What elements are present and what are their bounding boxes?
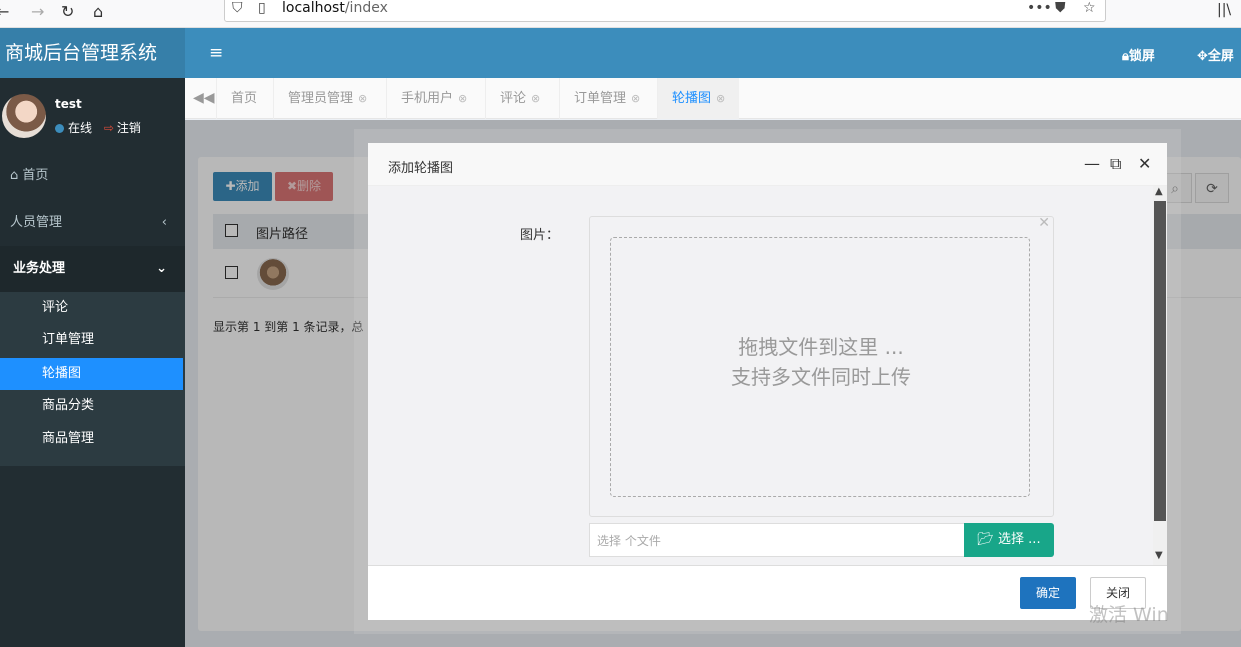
logout-link[interactable]: 注销 [117,121,141,135]
close-tab-icon[interactable]: ⊗ [531,92,540,105]
tab-label: 手机用户 [401,91,454,106]
page-icon: ▯ [258,0,266,16]
drop-hint-line1: 拖拽文件到这里 ... [738,335,904,359]
url-host: localhost [282,0,345,16]
activation-watermark: 激活 Win [1089,604,1169,626]
lock-screen-button[interactable]: 🔒︎锁屏 [1122,45,1155,64]
dialog-footer: 确定 关闭 [368,565,1167,620]
close-tab-icon[interactable]: ⊗ [458,92,467,105]
sidebar-item-carousel[interactable]: 轮播图 [0,358,183,390]
maximize-icon[interactable]: ⧉ [1110,154,1121,174]
browse-button[interactable]: 📂︎ 选择 ... [964,523,1054,557]
sidebar-item-label: 人员管理 [10,215,63,230]
tab-label: 评论 [500,91,527,106]
user-name: test [55,97,82,111]
dialog-body: 图片： ✕ 拖拽文件到这里 ... 支持多文件同时上传 选择 个文件 📂︎ 选择… [368,186,1153,565]
fullscreen-button[interactable]: ✥全屏 [1197,45,1234,64]
file-preview-area: ✕ 拖拽文件到这里 ... 支持多文件同时上传 [589,215,1054,517]
home-menu-icon: ⌂ [10,168,23,183]
tabs-prev-icon[interactable]: ◀◀ [193,90,215,106]
tab-mobile-users[interactable]: 手机用户 ⊗ [386,78,481,119]
star-icon[interactable]: ☆ [1083,0,1096,16]
tab-carousel[interactable]: 轮播图 ⊗ [657,78,740,119]
drop-zone[interactable]: 拖拽文件到这里 ... 支持多文件同时上传 [610,237,1030,497]
sidebar-item-home[interactable]: ⌂ 首页 [0,153,185,199]
avatar [2,94,46,138]
reload-icon[interactable]: ↻ [61,2,74,21]
sidebar-toggle-icon[interactable]: ≡ [209,43,223,63]
back-icon[interactable]: ← [0,2,9,21]
lock-icon: 🔒︎ [1122,49,1129,64]
browse-label: 选择 ... [998,532,1041,547]
library-icon[interactable]: ||\ [1217,2,1231,18]
sidebar: test 在线 ⇨ 注销 ⌂ 首页 人员管理 ‹ 业务处理 ⌄ 评论 订单管理 轮播图… [0,78,185,647]
close-tab-icon[interactable]: ⊗ [631,92,640,105]
scroll-thumb[interactable] [1154,201,1166,521]
scroll-up-icon[interactable]: ▲ [1155,186,1163,197]
more-icon[interactable]: ••• [1027,0,1052,16]
chevron-down-icon: ⌄ [156,261,167,276]
user-status: 在线 ⇨ 注销 [55,119,141,136]
tab-label: 管理员管理 [288,91,354,106]
sidebar-item-label: 首页 [22,168,49,183]
tab-bar: ◀◀ 首页 管理员管理 ⊗ 手机用户 ⊗ 评论 ⊗ 订单管理 ⊗ 轮播图 ⊗ [185,78,1241,119]
drop-hint-line2: 支持多文件同时上传 [731,365,911,389]
dialog-title: 添加轮播图 [388,161,454,176]
url-text: localhost/index [282,0,388,16]
dialog-scrollbar[interactable]: ▲ ▼ [1153,186,1167,565]
tab-label: 轮播图 [672,91,712,106]
confirm-button[interactable]: 确定 [1020,577,1076,609]
browser-toolbar: ← → ↻ ⌂ ⛉ ▯ localhost/index ••• ⛊ ☆ ||\ [0,0,1241,28]
tab-orders[interactable]: 订单管理 ⊗ [559,78,654,119]
chevron-left-icon: ‹ [161,215,167,230]
sidebar-item-categories[interactable]: 商品分类 [0,390,183,422]
sidebar-item-products[interactable]: 商品管理 [0,423,183,455]
tab-label: 订单管理 [574,91,627,106]
top-header: 商城后台管理系统 ≡ 🔒︎锁屏 ✥全屏 [0,28,1241,78]
sidebar-item-personnel[interactable]: 人员管理 ‹ [0,200,185,246]
add-carousel-dialog: 添加轮播图 — ⧉ ✕ 图片： ✕ 拖拽文件到这里 ... 支持多文件同时上传 … [368,143,1167,620]
minimize-icon[interactable]: — [1084,154,1100,173]
forward-icon[interactable]: → [31,2,44,21]
tab-admin[interactable]: 管理员管理 ⊗ [273,78,381,119]
logout-icon[interactable]: ⇨ [104,121,114,135]
sidebar-item-label: 业务处理 [13,261,66,276]
online-dot-icon [55,124,64,133]
business-submenu: 评论 订单管理 轮播图 商品分类 商品管理 [0,292,185,466]
tab-label: 首页 [231,91,258,106]
lock-label: 锁屏 [1128,49,1155,64]
tab-home[interactable]: 首页 [216,78,271,119]
close-tab-icon[interactable]: ⊗ [358,92,367,105]
sidebar-item-business[interactable]: 业务处理 ⌄ [0,246,185,292]
shield-icon: ⛉ [232,0,243,16]
status-label: 在线 [68,121,93,135]
fullscreen-label: 全屏 [1207,49,1234,64]
folder-open-icon: 📂︎ [977,532,999,547]
close-icon[interactable]: ✕ [1138,154,1151,173]
expand-icon: ✥ [1197,49,1208,64]
close-tab-icon[interactable]: ⊗ [716,92,725,105]
image-label: 图片： [520,228,560,243]
file-caption-input[interactable]: 选择 个文件 [589,523,965,557]
file-caption-text: 选择 个文件 [597,534,661,548]
dialog-titlebar: 添加轮播图 — ⧉ ✕ [368,143,1167,186]
address-bar[interactable]: ⛉ ▯ localhost/index ••• ⛊ ☆ [224,0,1106,22]
tab-comments[interactable]: 评论 ⊗ [485,78,554,119]
url-path: /index [344,0,388,16]
clear-icon[interactable]: ✕ [1038,215,1050,231]
scroll-down-icon[interactable]: ▼ [1155,550,1163,561]
sidebar-item-orders[interactable]: 订单管理 [0,324,183,356]
sidebar-item-comments[interactable]: 评论 [0,292,183,324]
home-icon[interactable]: ⌂ [93,2,103,21]
brand-title: 商城后台管理系统 [0,28,185,78]
pocket-icon[interactable]: ⛊ [1055,0,1066,16]
